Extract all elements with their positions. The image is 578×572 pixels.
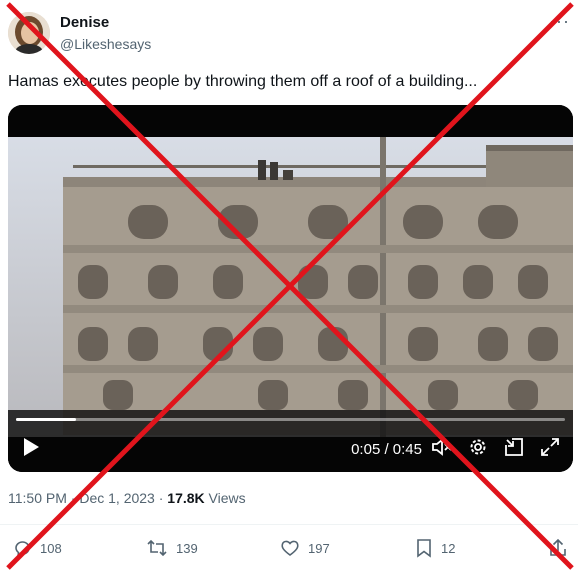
bookmark-icon (417, 539, 431, 558)
repost-count: 139 (176, 540, 198, 556)
views-label: Views (208, 490, 246, 506)
video-progress-bar[interactable] (16, 418, 565, 421)
tweet-text: Hamas executes people by throwing them o… (8, 73, 478, 90)
fullscreen-icon[interactable] (540, 437, 560, 462)
video-progress-fill (16, 418, 77, 421)
video-time: 0:05 / 0:45 (351, 441, 422, 458)
avatar-photo (8, 12, 50, 54)
more-options-icon[interactable]: ··· (549, 12, 570, 30)
settings-icon[interactable] (468, 437, 488, 462)
meta-separator: · (158, 490, 164, 506)
reply-button[interactable]: 108 (12, 538, 62, 558)
bookmark-count: 12 (441, 540, 456, 556)
divider (0, 524, 578, 525)
tweet-date[interactable]: Dec 1, 2023 (79, 490, 155, 506)
tweet-time[interactable]: 11:50 PM (8, 490, 67, 506)
like-count: 197 (308, 540, 330, 556)
avatar[interactable] (8, 12, 50, 54)
reply-count: 108 (40, 540, 62, 556)
play-icon[interactable] (22, 437, 40, 462)
picture-in-picture-icon[interactable] (504, 437, 524, 462)
video-frame (8, 105, 573, 472)
author-name[interactable]: Denise (60, 14, 109, 31)
like-button[interactable]: 197 (280, 538, 330, 558)
share-button[interactable] (548, 538, 568, 558)
views-count: 17.8K (167, 490, 205, 506)
reply-icon (15, 541, 30, 558)
heart-icon (281, 540, 299, 556)
tweet-meta: 11:50 PM · Dec 1, 2023 · 17.8K Views (8, 490, 246, 506)
repost-icon (147, 539, 167, 557)
video-player[interactable]: 0:05 / 0:45 (8, 105, 573, 472)
share-icon (550, 538, 566, 556)
repost-button[interactable]: 139 (146, 538, 198, 558)
meta-separator: · (70, 490, 76, 506)
bookmark-button[interactable]: 12 (415, 538, 455, 558)
volume-icon[interactable] (431, 437, 453, 462)
author-handle[interactable]: @Likeshesays (60, 36, 151, 52)
